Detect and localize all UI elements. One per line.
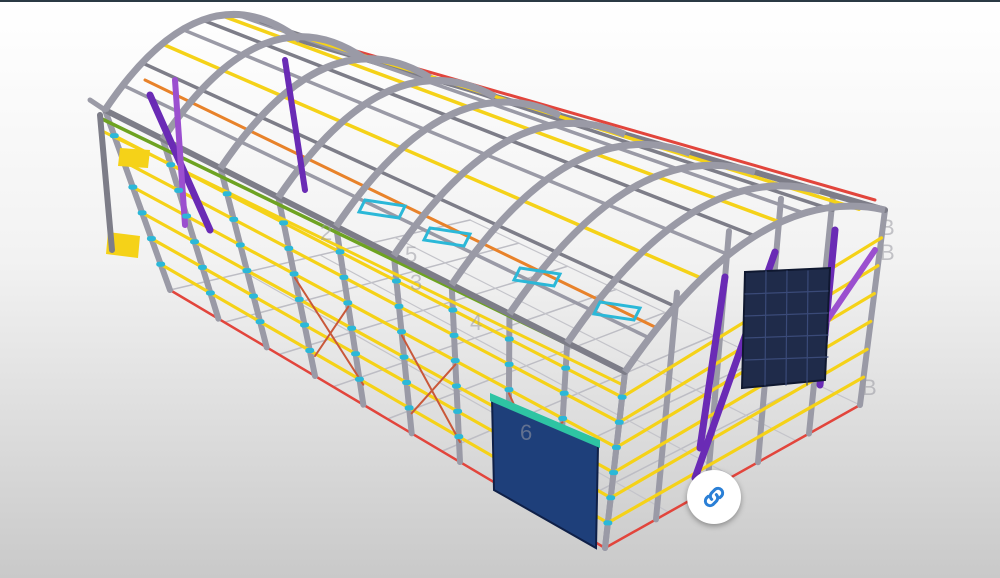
- roof-skylight-frame: [421, 226, 473, 248]
- roof-rafter: [333, 98, 562, 229]
- grid-label: B: [862, 375, 877, 400]
- share-link-button[interactable]: [687, 470, 741, 524]
- grid-label: 2: [320, 220, 332, 245]
- link-icon: [703, 486, 725, 508]
- grid-label: 6: [520, 420, 532, 445]
- roof-rafter: [390, 119, 627, 258]
- end-wall-column: [87, 97, 108, 113]
- grid-label: B: [880, 240, 895, 265]
- grid-label: B: [880, 215, 895, 240]
- 3d-model-viewer[interactable]: 23456BBB: [0, 0, 1000, 578]
- grid-label: 3: [410, 270, 422, 295]
- roof-eave-left: [102, 107, 628, 375]
- roof-rafter: [506, 161, 757, 316]
- roof-rafter: [448, 140, 692, 287]
- grid-label: 5: [405, 242, 417, 267]
- end-wall-fixture: [118, 148, 150, 168]
- grid-label: 4: [470, 310, 482, 335]
- steel-building-model[interactable]: 23456BBB: [0, 0, 1000, 578]
